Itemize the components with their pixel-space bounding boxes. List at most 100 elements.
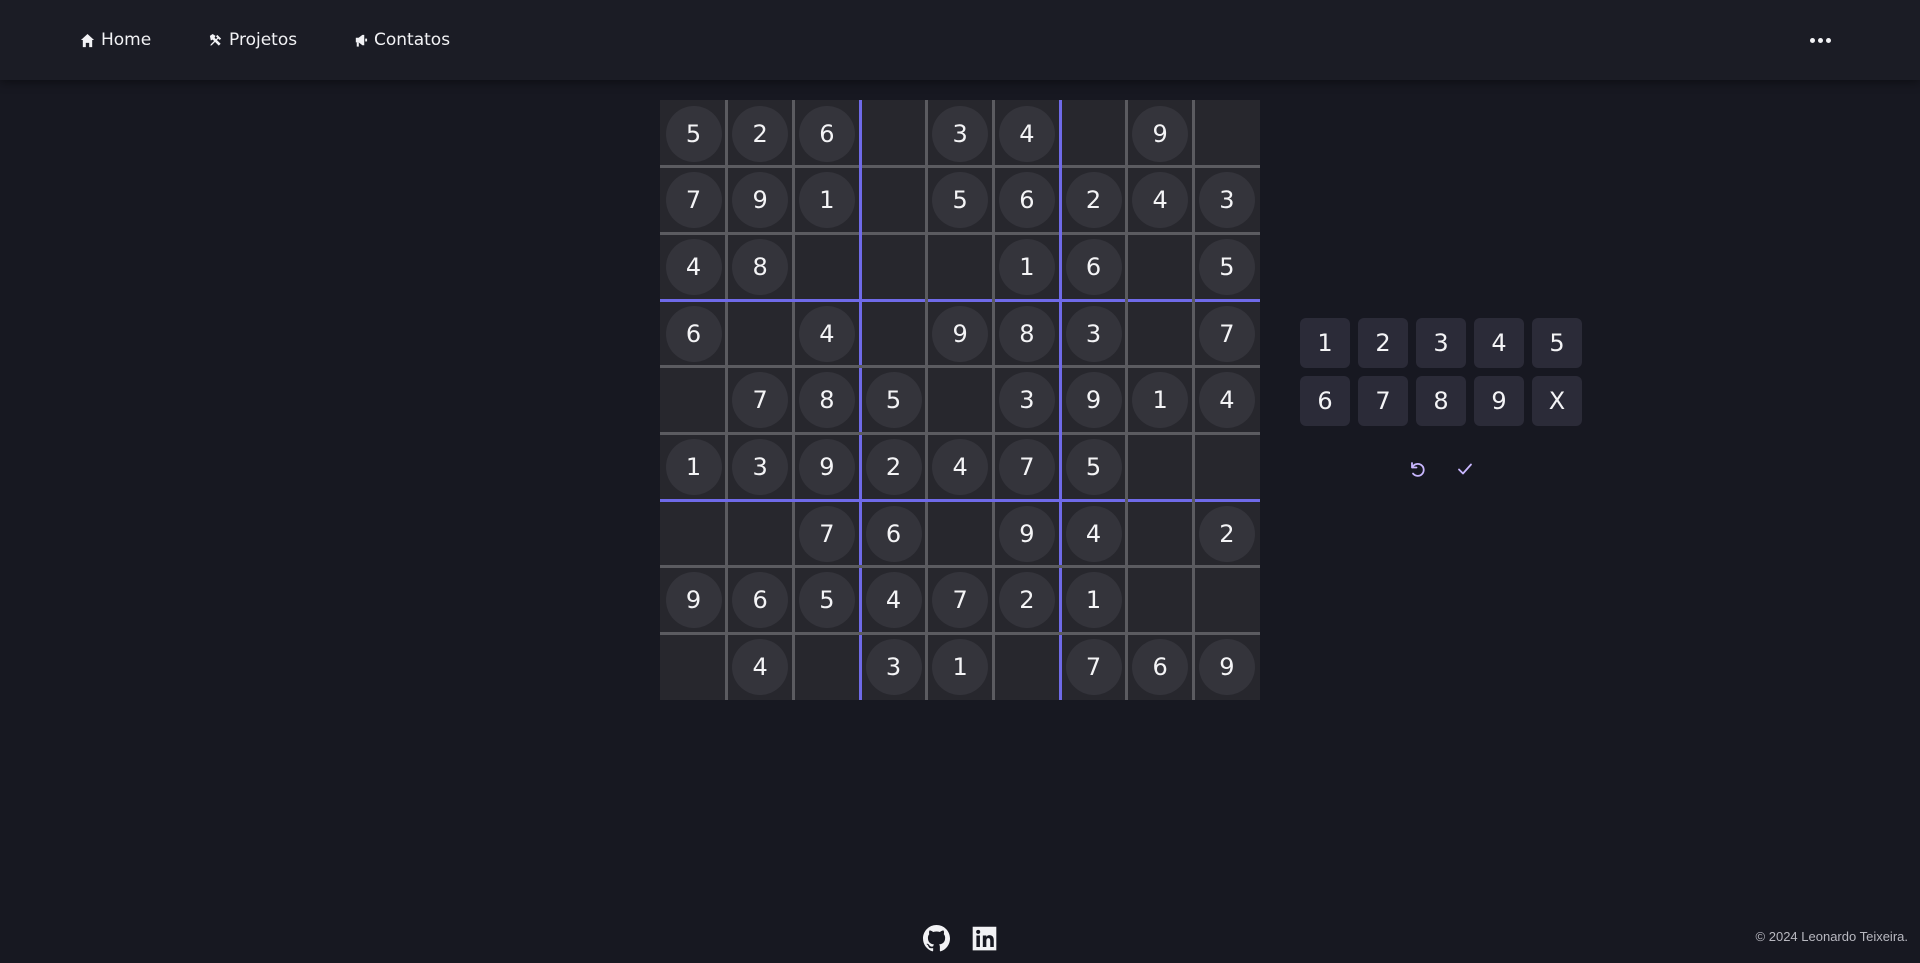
board-cell[interactable]: 3: [860, 633, 927, 700]
nav-home-link[interactable]: Home: [80, 29, 151, 51]
board-cell[interactable]: [927, 500, 994, 567]
board-cell[interactable]: [727, 500, 794, 567]
board-cell[interactable]: 7: [727, 367, 794, 434]
board-cell[interactable]: 7: [660, 167, 727, 234]
key-3[interactable]: 3: [1416, 318, 1466, 368]
board-cell[interactable]: 3: [993, 367, 1060, 434]
board-cell[interactable]: [1127, 567, 1194, 634]
board-cell[interactable]: [927, 233, 994, 300]
board-cell[interactable]: 2: [1193, 500, 1260, 567]
key-4[interactable]: 4: [1474, 318, 1524, 368]
key-5[interactable]: 5: [1532, 318, 1582, 368]
board-cell[interactable]: 4: [860, 567, 927, 634]
board-cell[interactable]: 6: [1127, 633, 1194, 700]
board-cell[interactable]: [1127, 500, 1194, 567]
board-cell[interactable]: 6: [993, 167, 1060, 234]
board-cell[interactable]: [793, 233, 860, 300]
check-button[interactable]: [1452, 456, 1478, 482]
board-cell[interactable]: 4: [793, 300, 860, 367]
board-cell[interactable]: [660, 500, 727, 567]
board-cell[interactable]: 3: [1060, 300, 1127, 367]
board-cell[interactable]: 4: [993, 100, 1060, 167]
board-cell[interactable]: 9: [1060, 367, 1127, 434]
board-cell[interactable]: [1127, 300, 1194, 367]
key-6[interactable]: 6: [1300, 376, 1350, 426]
board-cell[interactable]: [860, 167, 927, 234]
board-cell[interactable]: [860, 233, 927, 300]
board-cell[interactable]: 8: [993, 300, 1060, 367]
board-cell[interactable]: [860, 100, 927, 167]
key-8[interactable]: 8: [1416, 376, 1466, 426]
board-cell[interactable]: [727, 300, 794, 367]
board-cell[interactable]: 2: [860, 433, 927, 500]
board-cell[interactable]: 7: [1193, 300, 1260, 367]
board-cell[interactable]: 4: [727, 633, 794, 700]
linkedin-link[interactable]: [970, 924, 998, 952]
key-7[interactable]: 7: [1358, 376, 1408, 426]
board-cell[interactable]: 6: [860, 500, 927, 567]
board-cell[interactable]: 3: [927, 100, 994, 167]
board-cell[interactable]: 4: [1127, 167, 1194, 234]
board-cell[interactable]: 9: [660, 567, 727, 634]
key-9[interactable]: 9: [1474, 376, 1524, 426]
board-cell[interactable]: 4: [927, 433, 994, 500]
board-cell[interactable]: 1: [1127, 367, 1194, 434]
more-horizontal-icon[interactable]: [1808, 30, 1832, 50]
board-cell[interactable]: [1127, 433, 1194, 500]
cell-number: 1: [1132, 372, 1189, 429]
board-cell[interactable]: 5: [660, 100, 727, 167]
board-cell[interactable]: 9: [1127, 100, 1194, 167]
board-cell[interactable]: 2: [993, 567, 1060, 634]
board-cell[interactable]: 6: [727, 567, 794, 634]
board-cell[interactable]: [660, 367, 727, 434]
undo-button[interactable]: [1404, 456, 1430, 482]
github-link[interactable]: [922, 924, 950, 952]
board-cell[interactable]: 8: [727, 233, 794, 300]
board-cell[interactable]: [1193, 433, 1260, 500]
board-cell[interactable]: 7: [927, 567, 994, 634]
board-cell[interactable]: 6: [793, 100, 860, 167]
nav-contatos-link[interactable]: Contatos: [353, 29, 450, 51]
board-cell[interactable]: 5: [927, 167, 994, 234]
key-2[interactable]: 2: [1358, 318, 1408, 368]
board-cell[interactable]: 1: [793, 167, 860, 234]
board-cell[interactable]: 6: [1060, 233, 1127, 300]
board-cell[interactable]: 1: [927, 633, 994, 700]
board-cell[interactable]: 6: [660, 300, 727, 367]
board-cell[interactable]: 5: [1193, 233, 1260, 300]
board-cell[interactable]: [860, 300, 927, 367]
board-cell[interactable]: 1: [660, 433, 727, 500]
board-cell[interactable]: [793, 633, 860, 700]
board-cell[interactable]: 1: [1060, 567, 1127, 634]
board-cell[interactable]: [993, 633, 1060, 700]
board-cell[interactable]: [1127, 233, 1194, 300]
board-cell[interactable]: 9: [727, 167, 794, 234]
board-cell[interactable]: [660, 633, 727, 700]
nav-projetos-link[interactable]: Projetos: [208, 29, 297, 51]
board-cell[interactable]: 9: [993, 500, 1060, 567]
board-cell[interactable]: 5: [1060, 433, 1127, 500]
board-cell[interactable]: [1193, 567, 1260, 634]
board-cell[interactable]: 7: [993, 433, 1060, 500]
board-cell[interactable]: 4: [1060, 500, 1127, 567]
board-cell[interactable]: 4: [1193, 367, 1260, 434]
board-cell[interactable]: 8: [793, 367, 860, 434]
board-cell[interactable]: 9: [1193, 633, 1260, 700]
key-clear[interactable]: X: [1532, 376, 1582, 426]
board-cell[interactable]: 1: [993, 233, 1060, 300]
board-cell[interactable]: 2: [1060, 167, 1127, 234]
board-cell[interactable]: 9: [793, 433, 860, 500]
board-cell[interactable]: 4: [660, 233, 727, 300]
board-cell[interactable]: 9: [927, 300, 994, 367]
board-cell[interactable]: [1193, 100, 1260, 167]
board-cell[interactable]: 3: [727, 433, 794, 500]
board-cell[interactable]: [1060, 100, 1127, 167]
key-1[interactable]: 1: [1300, 318, 1350, 368]
board-cell[interactable]: 5: [860, 367, 927, 434]
board-cell[interactable]: 7: [793, 500, 860, 567]
board-cell[interactable]: 5: [793, 567, 860, 634]
board-cell[interactable]: 3: [1193, 167, 1260, 234]
board-cell[interactable]: 7: [1060, 633, 1127, 700]
board-cell[interactable]: [927, 367, 994, 434]
board-cell[interactable]: 2: [727, 100, 794, 167]
